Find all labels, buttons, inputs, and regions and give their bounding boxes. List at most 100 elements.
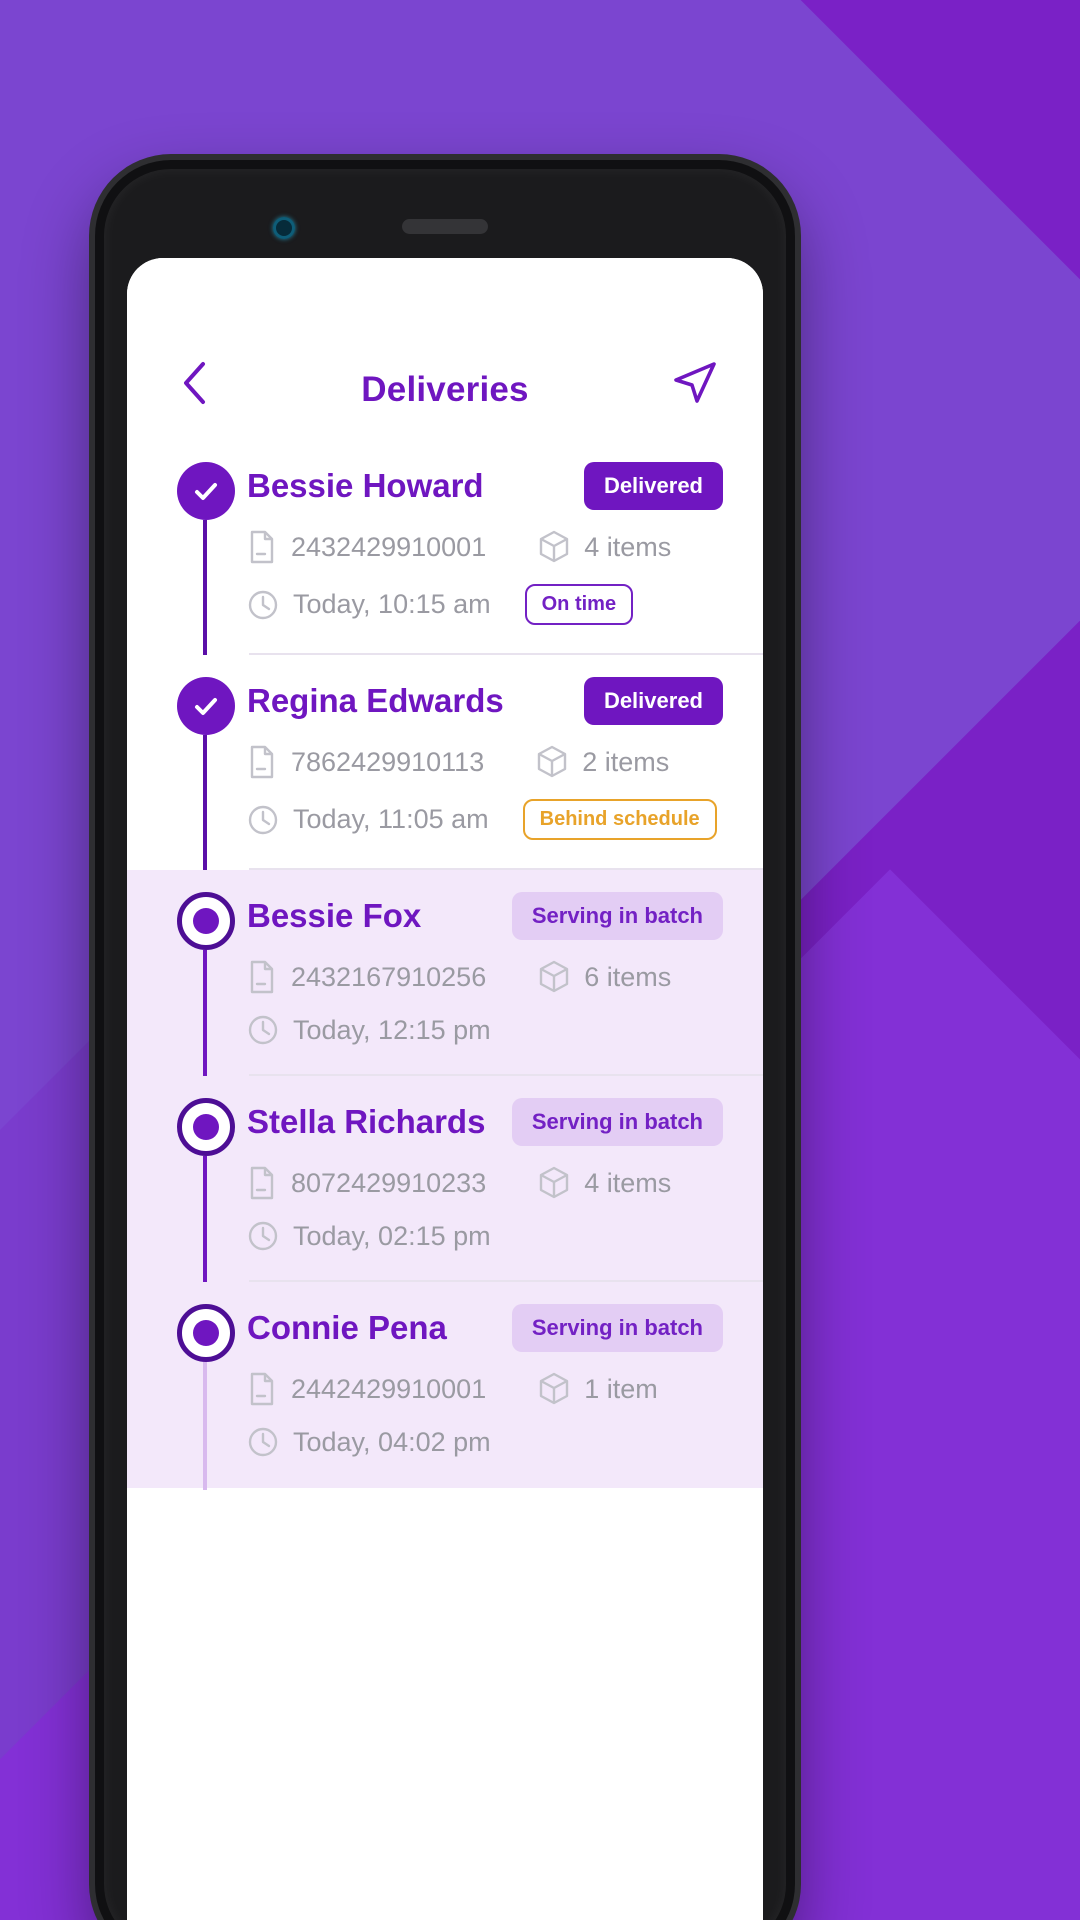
clock-icon <box>247 1220 279 1252</box>
delivery-meta-time: Today, 12:15 pm <box>247 1014 723 1046</box>
power-button[interactable] <box>791 720 795 920</box>
timeline-rail <box>171 440 247 657</box>
delivery-row[interactable]: Bessie Fox Serving in batch 243216791025… <box>127 870 763 1078</box>
document-icon <box>247 960 277 994</box>
delivery-meta-time: Today, 10:15 am On time <box>247 584 723 625</box>
delivery-time: Today, 10:15 am <box>293 589 491 619</box>
timeline-dot-completed <box>177 677 235 735</box>
clock-icon <box>247 1426 279 1458</box>
delivery-card-header: Stella Richards Serving in batch <box>247 1098 723 1146</box>
delivery-row[interactable]: Connie Pena Serving in batch 24424299100… <box>127 1282 763 1490</box>
item-count: 6 items <box>584 961 672 992</box>
order-id-group: 2432167910256 <box>247 960 486 994</box>
timeline-connector <box>203 1156 207 1284</box>
delivery-meta-time: Today, 02:15 pm <box>247 1220 723 1252</box>
order-id-group: 8072429910233 <box>247 1166 486 1200</box>
status-badge: Serving in batch <box>511 1098 723 1146</box>
item-count-group: 1 item <box>538 1372 658 1406</box>
delivery-meta-primary: 2432429910001 4 items <box>247 530 723 564</box>
timeline-connector <box>203 1362 207 1490</box>
document-icon <box>247 1166 277 1200</box>
delivery-row[interactable]: Bessie Howard Delivered 2432429910001 4 … <box>127 440 763 657</box>
delivery-card-header: Bessie Fox Serving in batch <box>247 892 723 940</box>
order-id: 2442429910001 <box>291 1373 487 1404</box>
schedule-pill: Behind schedule <box>522 799 717 840</box>
order-id: 7862429910113 <box>291 746 485 777</box>
chevron-left-icon <box>179 360 209 406</box>
status-badge: Delivered <box>583 677 723 725</box>
status-badge: Serving in batch <box>511 1304 723 1352</box>
package-icon <box>538 960 570 994</box>
delivery-time: Today, 11:05 am <box>293 804 489 834</box>
delivery-card-header: Bessie Howard Delivered <box>247 462 723 510</box>
status-badge: Delivered <box>583 462 723 510</box>
customer-name: Regina Edwards <box>247 682 504 719</box>
delivery-time: Today, 04:02 pm <box>293 1426 491 1457</box>
document-icon <box>247 1372 277 1406</box>
app-screen: Deliveries Bessie Howard Delivered 24324… <box>127 258 763 1920</box>
back-button[interactable] <box>171 360 217 406</box>
item-count: 2 items <box>582 746 670 777</box>
navigate-button[interactable] <box>671 358 719 406</box>
delivery-time: Today, 12:15 pm <box>293 1014 491 1045</box>
customer-name: Bessie Fox <box>247 897 422 934</box>
timeline-rail <box>171 870 247 1078</box>
order-id: 8072429910233 <box>291 1167 487 1198</box>
delivery-card[interactable]: Regina Edwards Delivered 7862429910113 2… <box>247 655 763 870</box>
delivery-card[interactable]: Bessie Fox Serving in batch 243216791025… <box>247 870 763 1076</box>
send-navigate-icon <box>671 358 719 406</box>
delivery-meta-primary: 8072429910233 4 items <box>247 1166 723 1200</box>
package-icon <box>538 1372 570 1406</box>
delivery-card-header: Connie Pena Serving in batch <box>247 1304 723 1352</box>
package-icon <box>538 1166 570 1200</box>
customer-name: Connie Pena <box>247 1309 447 1346</box>
delivery-card[interactable]: Stella Richards Serving in batch 8072429… <box>247 1076 763 1282</box>
check-icon <box>190 475 222 507</box>
order-id: 2432429910001 <box>291 531 487 562</box>
customer-name: Bessie Howard <box>247 467 484 504</box>
order-id-group: 7862429910113 <box>247 745 484 779</box>
delivery-card[interactable]: Bessie Howard Delivered 2432429910001 4 … <box>247 440 763 655</box>
schedule-pill: On time <box>524 584 634 625</box>
delivery-meta-time: Today, 11:05 am Behind schedule <box>247 799 723 840</box>
timeline-connector <box>203 520 207 657</box>
time-group: Today, 10:15 am <box>247 589 491 621</box>
clock-icon <box>247 1014 279 1046</box>
delivery-time: Today, 02:15 pm <box>293 1220 491 1251</box>
item-count-group: 6 items <box>538 960 671 994</box>
front-camera <box>273 217 295 239</box>
volume-button[interactable] <box>791 530 795 642</box>
timeline-rail <box>171 655 247 872</box>
item-count: 1 item <box>584 1373 658 1404</box>
timeline-connector <box>203 950 207 1078</box>
item-count-group: 4 items <box>538 1166 671 1200</box>
earpiece-speaker <box>402 219 488 234</box>
timeline-dot-completed <box>177 462 235 520</box>
item-count-group: 4 items <box>538 530 671 564</box>
timeline-dot-active <box>177 1098 235 1156</box>
clock-icon <box>247 589 279 621</box>
deliveries-list: Bessie Howard Delivered 2432429910001 4 … <box>127 440 763 1490</box>
clock-icon <box>247 804 279 836</box>
page-title: Deliveries <box>361 370 529 409</box>
timeline-connector <box>203 735 207 872</box>
delivery-row[interactable]: Stella Richards Serving in batch 8072429… <box>127 1076 763 1284</box>
package-icon <box>536 745 568 779</box>
check-icon <box>190 690 222 722</box>
order-id-group: 2442429910001 <box>247 1372 486 1406</box>
package-icon <box>538 530 570 564</box>
delivery-card-header: Regina Edwards Delivered <box>247 677 723 725</box>
time-group: Today, 11:05 am <box>247 804 489 836</box>
customer-name: Stella Richards <box>247 1103 486 1140</box>
timeline-dot-active <box>177 1304 235 1362</box>
delivery-meta-primary: 2442429910001 1 item <box>247 1372 723 1406</box>
item-count: 4 items <box>584 1167 672 1198</box>
timeline-dot-active <box>177 892 235 950</box>
document-icon <box>247 530 277 564</box>
delivery-card[interactable]: Connie Pena Serving in batch 24424299100… <box>247 1282 763 1488</box>
delivery-row[interactable]: Regina Edwards Delivered 7862429910113 2… <box>127 655 763 872</box>
phone-mockup: Deliveries Bessie Howard Delivered 24324… <box>95 160 795 1920</box>
timeline-rail <box>171 1282 247 1490</box>
delivery-meta-primary: 7862429910113 2 items <box>247 745 723 779</box>
timeline-rail <box>171 1076 247 1284</box>
